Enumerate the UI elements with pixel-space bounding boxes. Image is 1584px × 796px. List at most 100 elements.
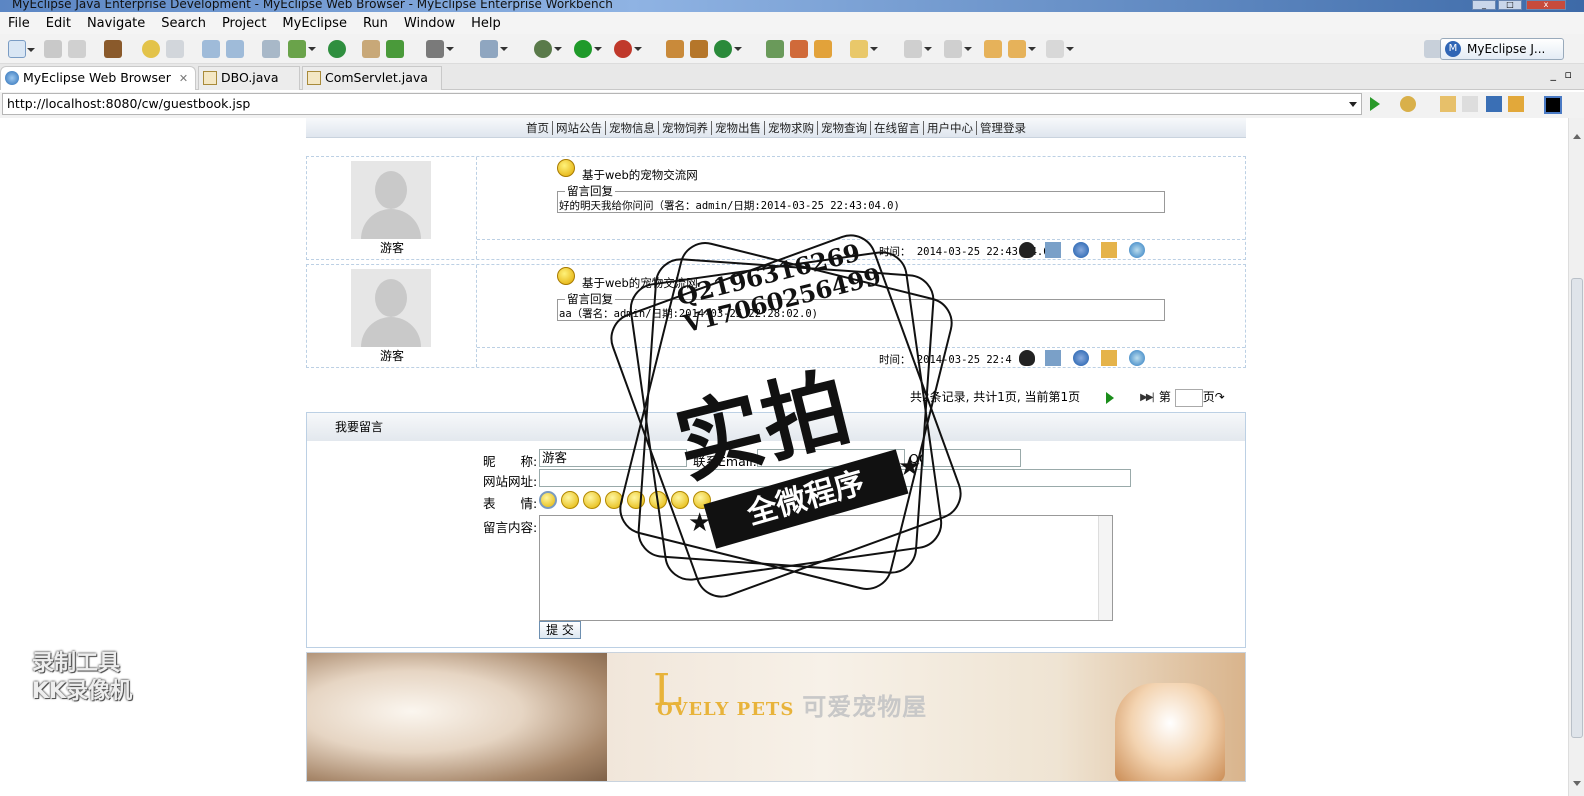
url-dropdown-icon[interactable]	[1349, 102, 1357, 111]
forward-icon[interactable]	[1046, 40, 1074, 58]
save-icon[interactable]	[44, 40, 62, 58]
stop-icon[interactable]	[1486, 96, 1502, 112]
menu-search[interactable]: Search	[153, 16, 214, 31]
search-icon[interactable]	[714, 40, 742, 58]
ie-icon[interactable]	[1073, 242, 1089, 258]
home-icon[interactable]	[1101, 242, 1117, 258]
tab-dbo-java[interactable]: DBO.java	[198, 66, 300, 90]
qq-icon[interactable]	[1019, 242, 1035, 258]
nav-home[interactable]: 首页	[523, 121, 553, 135]
menu-file[interactable]: File	[0, 16, 38, 31]
textarea-scrollbar[interactable]	[1098, 516, 1112, 620]
task-icon[interactable]	[766, 40, 784, 58]
avatar	[351, 161, 431, 239]
menu-run[interactable]: Run	[355, 16, 396, 31]
maximize-view-icon[interactable]: ▫	[1565, 68, 1572, 81]
browser-forward-icon[interactable]	[1462, 96, 1478, 112]
next-page-icon[interactable]	[1106, 391, 1120, 404]
home-icon[interactable]	[1101, 350, 1117, 366]
pin-icon[interactable]	[790, 40, 808, 58]
smiley-icon	[557, 267, 575, 285]
page-scrollbar[interactable]	[1568, 118, 1584, 796]
prev-annotation-icon[interactable]	[944, 40, 972, 58]
menu-window[interactable]: Window	[396, 16, 463, 31]
url-input[interactable]: http://localhost:8080/cw/guestbook.jsp	[2, 93, 1362, 115]
go-icon[interactable]	[1370, 97, 1387, 111]
reply-icon[interactable]	[1129, 242, 1145, 258]
run-icon[interactable]	[574, 40, 602, 58]
nav-pet-care[interactable]: 宠物饲养	[659, 121, 712, 135]
hierarchy-icon[interactable]	[666, 40, 684, 58]
nav-guestbook[interactable]: 在线留言	[871, 121, 924, 135]
new-icon[interactable]	[8, 40, 35, 58]
nav-pet-sale[interactable]: 宠物出售	[712, 121, 765, 135]
external-tools-icon[interactable]	[614, 40, 642, 58]
nav-notice[interactable]: 网站公告	[553, 121, 606, 135]
run-server-icon[interactable]	[288, 40, 316, 58]
minimize-view-icon[interactable]: _	[1551, 68, 1557, 81]
email-icon[interactable]	[1045, 242, 1061, 258]
open-folder-icon[interactable]	[850, 40, 878, 58]
reply-icon[interactable]	[1129, 350, 1145, 366]
package-icon[interactable]	[104, 40, 122, 58]
menu-project[interactable]: Project	[214, 16, 274, 31]
last-page-icon[interactable]: ▶▶|	[1140, 392, 1155, 403]
tab-close-icon[interactable]: ✕	[179, 72, 188, 85]
tab-web-browser[interactable]: MyEclipse Web Browser ✕	[0, 66, 196, 90]
page-number-input[interactable]	[1174, 388, 1203, 407]
menu-edit[interactable]: Edit	[38, 16, 79, 31]
globe-icon[interactable]	[328, 40, 346, 58]
ie-icon[interactable]	[1073, 350, 1089, 366]
refresh-icon[interactable]	[386, 40, 404, 58]
browser-urlbar: http://localhost:8080/cw/guestbook.jsp	[0, 92, 1584, 118]
site-nav: 首页 网站公告 宠物信息 宠物饲养 宠物出售 宠物求购 宠物查询 在线留言 用户中心 管理登录	[306, 118, 1246, 138]
email-icon[interactable]	[1045, 350, 1061, 366]
avatar	[351, 269, 431, 347]
window-icon[interactable]	[262, 40, 280, 58]
maximize-button[interactable]: □	[1498, 0, 1522, 10]
java-file-icon	[307, 71, 321, 85]
perspective-button[interactable]: M MyEclipse J...	[1440, 38, 1564, 60]
menu-myeclipse[interactable]: MyEclipse	[274, 16, 355, 31]
submit-button[interactable]: 提 交	[539, 621, 581, 639]
nav-pet-search[interactable]: 宠物查询	[818, 121, 871, 135]
folder-icon[interactable]	[362, 40, 380, 58]
myeclipse-icon: M	[1445, 41, 1461, 57]
open-type-icon[interactable]	[480, 40, 508, 58]
deploy-icon[interactable]	[202, 40, 220, 58]
qq-icon[interactable]	[1019, 350, 1035, 366]
scroll-up-icon[interactable]	[1573, 130, 1581, 139]
browser-refresh-icon[interactable]	[1508, 96, 1524, 112]
reply-legend: 留言回复	[565, 183, 615, 199]
nav-pet-wanted[interactable]: 宠物求购	[765, 121, 818, 135]
reply-content: 好的明天我给你问问（署名：admin/日期:2014-03-25 22:43:0…	[559, 200, 900, 212]
menu-help[interactable]: Help	[463, 16, 509, 31]
nav-pet-info[interactable]: 宠物信息	[606, 121, 659, 135]
scroll-down-icon[interactable]	[1573, 781, 1581, 790]
class-icon[interactable]	[690, 40, 708, 58]
gear-icon[interactable]	[142, 40, 160, 58]
nav-admin-login[interactable]: 管理登录	[977, 121, 1029, 135]
menu-navigate[interactable]: Navigate	[79, 16, 153, 31]
nav-user-center[interactable]: 用户中心	[924, 121, 977, 135]
browser-globe-icon	[5, 71, 19, 85]
go-page-icon[interactable]: ↷	[1215, 390, 1225, 404]
camera-icon[interactable]	[426, 40, 454, 58]
back-icon[interactable]	[1008, 40, 1036, 58]
bookmark-icon[interactable]	[814, 40, 832, 58]
debug-icon[interactable]	[534, 40, 562, 58]
favorites-icon[interactable]	[1400, 96, 1416, 112]
close-button[interactable]: x	[1526, 0, 1566, 10]
browser-back-icon[interactable]	[1440, 96, 1456, 112]
console-icon[interactable]	[1544, 96, 1562, 114]
last-edit-icon[interactable]	[984, 40, 1002, 58]
print-icon[interactable]	[68, 40, 86, 58]
tab-comservlet-java[interactable]: ComServlet.java	[302, 66, 442, 90]
next-annotation-icon[interactable]	[904, 40, 932, 58]
face-option-icon[interactable]	[539, 491, 557, 509]
scroll-thumb[interactable]	[1571, 278, 1583, 738]
server-icon[interactable]	[166, 40, 184, 58]
face-option-icon[interactable]	[561, 491, 579, 509]
minimize-button[interactable]: _	[1472, 0, 1496, 10]
deploy2-icon[interactable]	[226, 40, 244, 58]
